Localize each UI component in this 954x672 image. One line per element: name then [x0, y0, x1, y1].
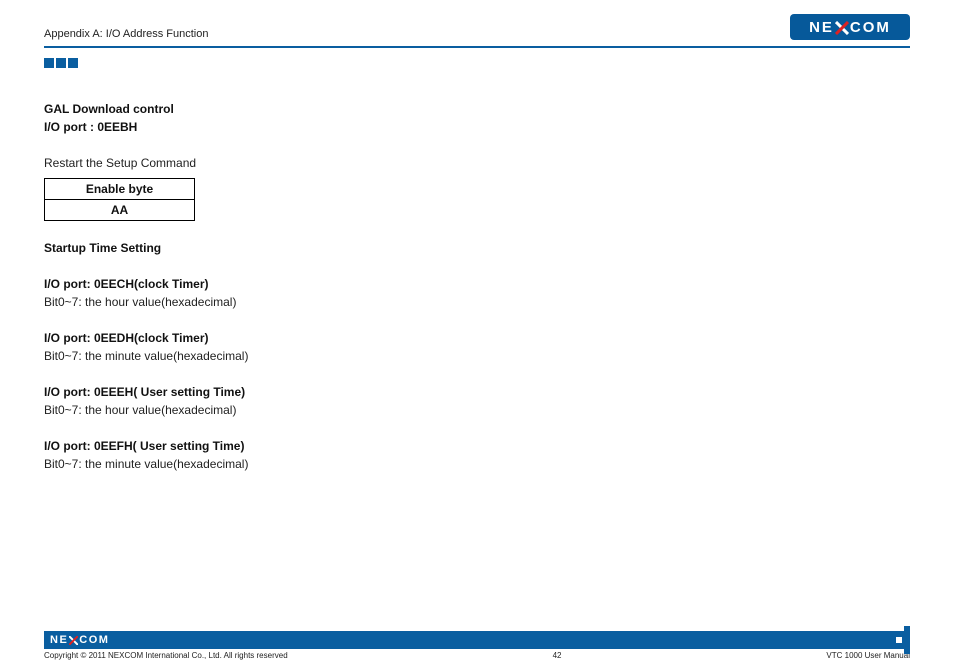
io-port-0eedh-desc: Bit0~7: the minute value(hexadecimal)	[44, 347, 504, 365]
footer-logo-x-icon	[69, 636, 78, 645]
io-port-0eeeh-title: I/O port: 0EEEH( User setting Time)	[44, 383, 504, 401]
copyright-text: Copyright © 2011 NEXCOM International Co…	[44, 651, 288, 660]
io-port-0eech-title: I/O port: 0EECH(clock Timer)	[44, 275, 504, 293]
footer-logo-right: COM	[79, 634, 109, 646]
logo-right: COM	[850, 19, 891, 36]
header-squares-icon	[44, 58, 910, 68]
nexcom-logo: NE COM	[790, 14, 910, 40]
io-port-0eefh-desc: Bit0~7: the minute value(hexadecimal)	[44, 455, 504, 473]
appendix-title: Appendix A: I/O Address Function	[44, 28, 208, 40]
logo-left: NE	[809, 19, 834, 36]
logo-x-icon	[835, 21, 849, 35]
io-port-0eefh-title: I/O port: 0EEFH( User setting Time)	[44, 437, 504, 455]
table-value: AA	[45, 200, 195, 221]
io-port-0eeeh-desc: Bit0~7: the hour value(hexadecimal)	[44, 401, 504, 419]
gal-download-title: GAL Download control	[44, 100, 504, 118]
footer-squares-icon	[892, 631, 910, 649]
footer-logo-left: NE	[50, 634, 68, 646]
page-number: 42	[553, 651, 562, 660]
io-port-0eech-desc: Bit0~7: the hour value(hexadecimal)	[44, 293, 504, 311]
io-port-0eedh-title: I/O port: 0EEDH(clock Timer)	[44, 329, 504, 347]
footer-logo: NE COM	[50, 634, 109, 646]
table-header: Enable byte	[45, 179, 195, 200]
enable-byte-table: Enable byte AA	[44, 178, 195, 221]
footer-bar: NE COM	[44, 631, 910, 649]
manual-name: VTC 1000 User Manual	[826, 651, 910, 660]
header-divider	[44, 46, 910, 48]
startup-time-title: Startup Time Setting	[44, 239, 504, 257]
restart-setup-label: Restart the Setup Command	[44, 154, 504, 172]
io-port-0eebh: I/O port : 0EEBH	[44, 118, 504, 136]
